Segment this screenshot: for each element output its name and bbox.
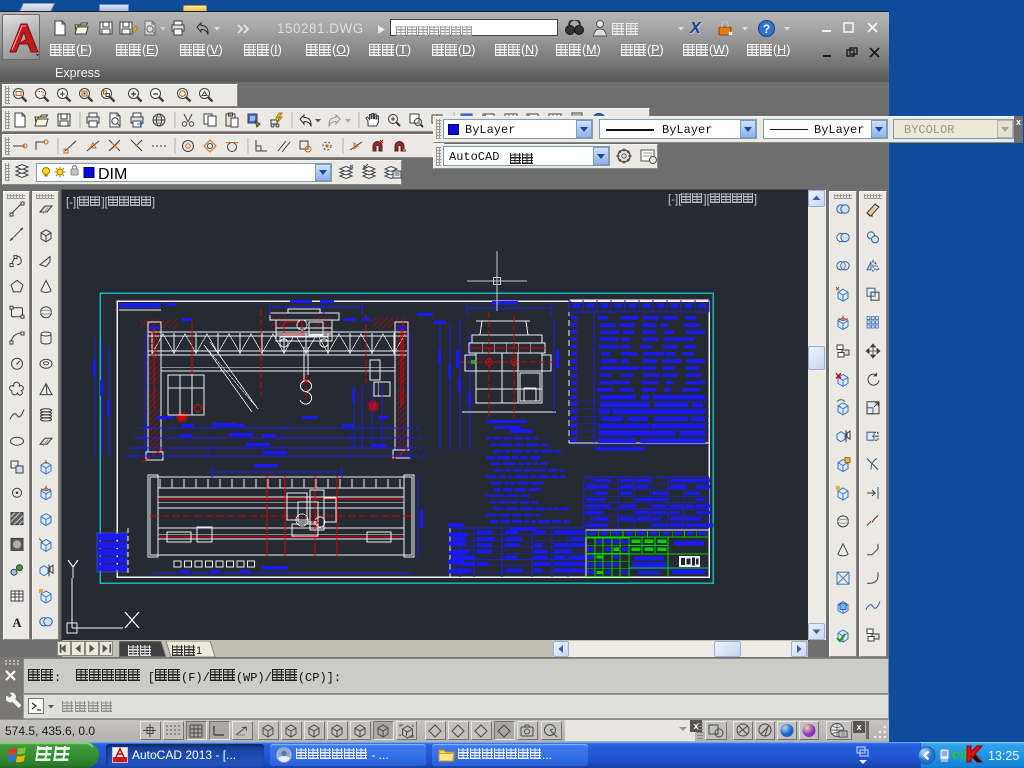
svg-text:?: ?: [763, 22, 770, 36]
svg-text:A: A: [12, 615, 22, 630]
